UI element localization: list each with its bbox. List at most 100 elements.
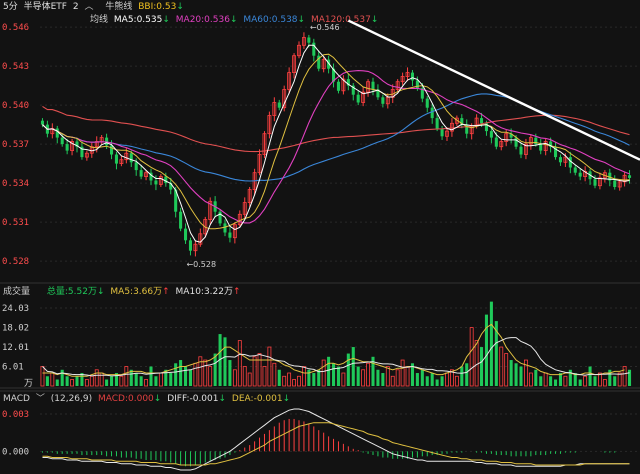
volume-bar xyxy=(252,356,257,387)
volume-bar xyxy=(514,363,518,386)
volume-bar xyxy=(371,356,375,386)
candle-body xyxy=(184,228,188,241)
volume-bar xyxy=(593,376,597,386)
volume-bar xyxy=(124,366,129,387)
macd-dea-line xyxy=(42,422,630,466)
candle-body xyxy=(228,232,232,238)
volume-bar xyxy=(242,366,247,387)
price-tick-label: 0.528 xyxy=(2,257,29,267)
candle-body xyxy=(425,98,429,108)
volume-bar xyxy=(184,366,188,386)
volume-bar xyxy=(327,356,331,386)
volume-pane xyxy=(40,301,632,387)
volume-tick-label: 6.01 xyxy=(2,362,24,372)
volume-bar xyxy=(528,372,533,387)
candle-body xyxy=(519,146,523,155)
volume-bar xyxy=(454,375,459,387)
volume-bar xyxy=(430,373,434,386)
candle-body xyxy=(65,144,69,151)
volume-bar xyxy=(257,353,262,387)
volume-bar xyxy=(628,369,632,386)
volume-bar xyxy=(232,369,237,387)
volume-bar xyxy=(228,360,232,386)
price-tick-label: 0.531 xyxy=(2,218,29,228)
candle-body xyxy=(223,223,227,233)
volume-bar xyxy=(75,376,79,386)
volume-bar xyxy=(613,376,617,386)
volume-bar xyxy=(94,369,99,387)
volume-bar xyxy=(519,366,523,386)
volume-bar xyxy=(480,347,484,386)
volume-bar xyxy=(465,363,469,386)
candle-body xyxy=(110,145,114,155)
volume-bar xyxy=(395,369,400,387)
volume-bar xyxy=(440,376,444,386)
candle-body xyxy=(356,94,360,103)
volume-bar xyxy=(144,379,148,387)
candle-body xyxy=(494,137,498,147)
price-tick-label: 0.546 xyxy=(2,23,29,33)
volume-bar xyxy=(169,373,173,386)
volume-bar xyxy=(588,366,592,386)
volume-bar xyxy=(55,379,59,386)
candle-body xyxy=(312,42,316,56)
candle-body xyxy=(60,137,64,145)
volume-bar xyxy=(297,375,301,387)
candle-body xyxy=(573,167,577,173)
macd-pane xyxy=(41,408,630,471)
volume-bar xyxy=(554,379,558,386)
volume-bar xyxy=(312,373,316,386)
volume-bar xyxy=(400,359,405,387)
volume-bar xyxy=(381,373,385,386)
volume-bar xyxy=(105,379,109,386)
volume-bar xyxy=(188,369,192,386)
volume-bar xyxy=(534,369,538,386)
candle-body xyxy=(129,153,133,163)
volume-bar xyxy=(578,379,582,386)
candle-body xyxy=(430,107,434,119)
volume-bar xyxy=(203,359,208,387)
candle-body xyxy=(139,170,143,177)
volume-bar xyxy=(45,376,49,386)
volume-bar xyxy=(405,366,410,387)
candle-body xyxy=(114,154,118,164)
volume-bar xyxy=(223,337,227,386)
volume-bar xyxy=(445,372,449,387)
ma10-line xyxy=(42,53,630,230)
volume-bar xyxy=(134,373,138,386)
trend-line xyxy=(347,19,640,161)
candle-body xyxy=(440,128,444,137)
candle-body xyxy=(336,81,340,91)
candle-body xyxy=(539,144,543,151)
macd-tick-label: 0.003 xyxy=(2,410,29,420)
volume-bar xyxy=(317,369,321,386)
volume-bar xyxy=(460,366,464,386)
price-tick-label: 0.534 xyxy=(2,179,29,189)
volume-bar xyxy=(622,366,627,387)
volume-bar xyxy=(504,353,509,387)
volume-bar xyxy=(282,375,287,387)
volume-bar xyxy=(415,373,419,386)
candle-body xyxy=(381,97,385,104)
volume-bar xyxy=(583,375,588,387)
volume-bar xyxy=(292,379,296,387)
volume-bar xyxy=(509,360,513,386)
candle-body xyxy=(578,172,582,177)
candle-body xyxy=(593,179,597,186)
price-tick-label: 0.543 xyxy=(2,62,29,72)
volume-tick-label: 24.03 xyxy=(2,304,29,314)
candle-body xyxy=(40,120,44,125)
stock-chart-window: 5分 半导体ETF 2 ︿ 牛熊线 BBI:0.53↓ 均线 MA5:0.535… xyxy=(0,0,640,474)
volume-bar xyxy=(385,366,390,387)
volume-bar xyxy=(617,372,622,387)
volume-bar xyxy=(154,376,158,386)
candle-body xyxy=(55,128,59,138)
volume-bar xyxy=(489,301,493,386)
candle-body xyxy=(307,37,311,43)
volume-tick-label: 18.02 xyxy=(2,324,29,334)
volume-bar xyxy=(40,366,45,387)
chart-canvas[interactable]: ←0.546←0.528 0.5460.5430.5400.5370.5340.… xyxy=(0,0,640,474)
volume-bar xyxy=(469,327,474,387)
volume-unit-label: 万 xyxy=(24,379,33,389)
volume-bar xyxy=(356,366,360,386)
